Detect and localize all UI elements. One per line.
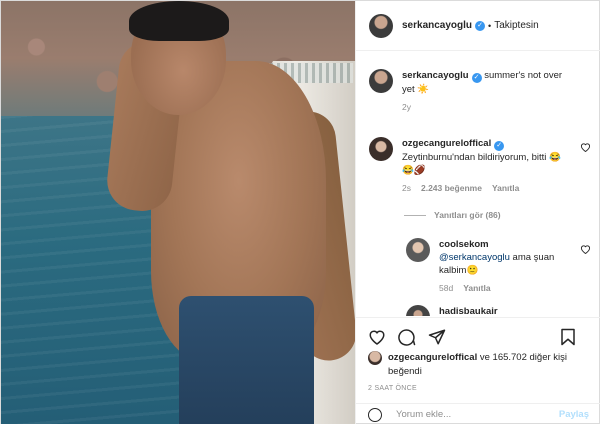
view-replies-toggle[interactable]: Yanıtları gör (86)	[404, 210, 501, 220]
liker-username[interactable]: ozgecangureloffical	[388, 352, 477, 363]
reply-username[interactable]: hadisbaukair	[439, 306, 498, 316]
caption: serkancayoglu ✓ summer's not over yet ☀️ …	[369, 69, 572, 114]
reply-like-heart-icon[interactable]	[580, 244, 591, 254]
comment-likes[interactable]: 2.243 beğenme	[421, 182, 482, 195]
reply-meta: 58d Yanıtla	[439, 282, 559, 295]
replier-avatar[interactable]	[406, 305, 430, 316]
comment-body: ozgecangureloffical ✓ Zeytinburnu'ndan bi…	[402, 137, 572, 195]
post-header: serkancayoglu ✓ • Takiptesin	[356, 1, 600, 51]
verified-icon: ✓	[475, 20, 486, 31]
author-avatar[interactable]	[369, 69, 393, 93]
bookmark-icon	[561, 328, 575, 346]
reply-body: coolsekom @serkancayoglu ama şuan kalbim…	[439, 238, 559, 295]
author-avatar[interactable]	[369, 13, 393, 38]
heart-icon	[369, 330, 385, 345]
comments-list[interactable]: serkancayoglu ✓ summer's not over yet ☀️ …	[356, 52, 600, 316]
reply-mention[interactable]: @serkancayoglu	[439, 252, 510, 263]
reply-age: 58d	[439, 283, 454, 293]
reply-body: hadisbaukair	[439, 305, 559, 316]
share-icon	[428, 329, 446, 344]
comment-text: Zeytinburnu'ndan bildiriyorum, bitti 😂😂🏈	[402, 152, 561, 176]
caption-body: serkancayoglu ✓ summer's not over yet ☀️ …	[402, 69, 572, 114]
reply-item-partial: hadisbaukair	[406, 305, 559, 316]
comment-age: 2s	[402, 183, 411, 193]
follow-state[interactable]: Takiptesin	[494, 20, 538, 31]
liker-avatar[interactable]	[368, 351, 382, 365]
comment-item: ozgecangureloffical ✓ Zeytinburnu'ndan bi…	[369, 137, 572, 195]
reply-button[interactable]: Yanıtla	[463, 282, 490, 295]
commenter-avatar[interactable]	[369, 137, 393, 161]
replier-avatar[interactable]	[406, 238, 430, 262]
save-button[interactable]	[559, 328, 577, 346]
verified-icon: ✓	[494, 141, 505, 151]
comment-input[interactable]	[396, 409, 559, 420]
caption-meta: 2y	[402, 101, 572, 114]
post-comment-button[interactable]: Paylaş	[559, 409, 589, 420]
add-comment-bar: Paylaş	[356, 403, 600, 424]
likes-summary: ozgecangureloffical ve 165.702 diğer kiş…	[368, 351, 598, 379]
comment-like-heart-icon[interactable]	[580, 142, 591, 152]
emoji-icon[interactable]	[368, 407, 382, 422]
caption-username[interactable]: serkancayoglu	[402, 70, 469, 81]
verified-icon: ✓	[471, 73, 482, 83]
post-timestamp[interactable]: 2 SAAT ÖNCE	[368, 385, 417, 392]
action-bar	[356, 317, 600, 355]
view-replies-label: Yanıtları gör (86)	[434, 210, 501, 220]
likes-text[interactable]: ozgecangureloffical ve 165.702 diğer kiş…	[388, 351, 598, 379]
post-side-panel: serkancayoglu ✓ • Takiptesin serkancayog…	[355, 1, 600, 424]
reply-item: coolsekom @serkancayoglu ama şuan kalbim…	[406, 238, 559, 295]
post-photo[interactable]	[1, 1, 355, 424]
photo-figure-shorts	[179, 296, 314, 424]
separator-dot: •	[488, 20, 492, 31]
like-button[interactable]	[368, 328, 386, 346]
comment-username[interactable]: ozgecangureloffical	[402, 138, 491, 149]
reply-username[interactable]: coolsekom	[439, 239, 489, 250]
author-username[interactable]: serkancayoglu	[402, 20, 472, 31]
reply-button[interactable]: Yanıtla	[492, 182, 519, 195]
comment-button[interactable]	[398, 328, 416, 346]
comment-icon	[398, 328, 416, 346]
replies-divider	[404, 214, 426, 216]
comment-meta: 2s 2.243 beğenme Yanıtla	[402, 182, 572, 195]
instagram-post: serkancayoglu ✓ • Takiptesin serkancayog…	[0, 0, 600, 424]
photo-figure-hair	[129, 1, 229, 41]
caption-age: 2y	[402, 102, 411, 112]
share-button[interactable]	[428, 328, 446, 346]
